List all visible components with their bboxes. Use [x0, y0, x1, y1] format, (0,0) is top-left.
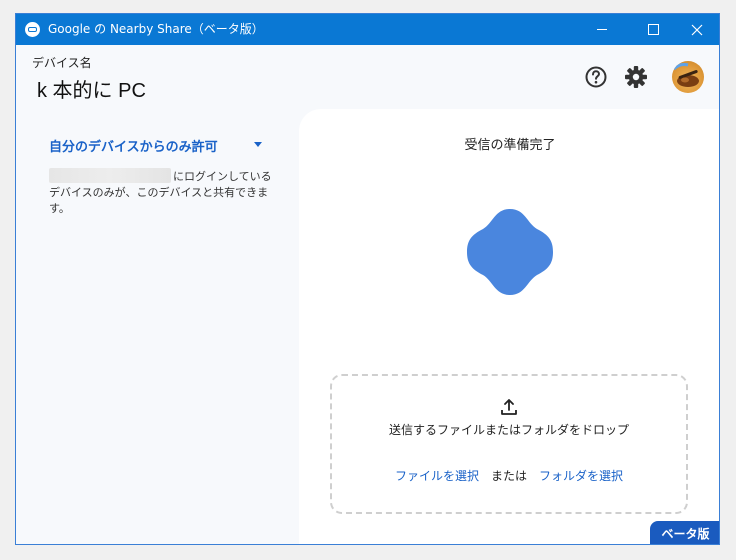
dropdown-arrow-icon: [254, 142, 262, 147]
right-panel: 受信の準備完了 送信するファイルまたはフォルダをドロップ ファイルを選択 または…: [299, 109, 719, 544]
minimize-button[interactable]: [579, 14, 625, 45]
visibility-description: にログインしているデバイスのみが、このデバイスと共有できます。: [49, 168, 274, 217]
beta-badge: ベータ版: [650, 521, 719, 544]
device-name: k 本的に PC: [37, 80, 146, 102]
avatar-picture: [672, 63, 699, 87]
app-window: Google の Nearby Share（ベータ版） デバイス名 k 本的に …: [15, 13, 720, 545]
window-title: Google の Nearby Share（ベータ版）: [48, 22, 264, 36]
choose-folder-link[interactable]: フォルダを選択: [539, 467, 623, 484]
left-panel: 自分のデバイスからのみ許可 にログインしているデバイスのみが、このデバイスと共有…: [16, 109, 299, 544]
close-icon: [691, 24, 703, 35]
receive-status: 受信の準備完了: [464, 138, 556, 153]
nearby-share-icon: [25, 22, 40, 37]
visibility-selected-value: 自分のデバイスからのみ許可: [49, 139, 218, 155]
maximize-button[interactable]: [630, 14, 676, 45]
upload-icon: [501, 399, 517, 415]
title-bar: Google の Nearby Share（ベータ版）: [16, 14, 719, 45]
device-name-label: デバイス名: [32, 56, 92, 70]
drop-prompt: 送信するファイルまたはフォルダをドロップ: [388, 423, 629, 437]
blurred-account-name: [49, 168, 171, 183]
file-drop-zone[interactable]: 送信するファイルまたはフォルダをドロップ ファイルを選択 または フォルダを選択: [330, 374, 688, 514]
avatar[interactable]: [672, 61, 704, 93]
ready-animation-shape: [467, 209, 553, 295]
gear-icon[interactable]: [623, 64, 649, 90]
close-button[interactable]: [674, 14, 719, 45]
choose-row: ファイルを選択 または フォルダを選択: [332, 467, 686, 484]
or-text: または: [490, 469, 527, 483]
choose-file-link[interactable]: ファイルを選択: [395, 467, 479, 484]
help-icon[interactable]: [583, 64, 609, 90]
visibility-dropdown[interactable]: 自分のデバイスからのみ許可: [49, 135, 269, 155]
